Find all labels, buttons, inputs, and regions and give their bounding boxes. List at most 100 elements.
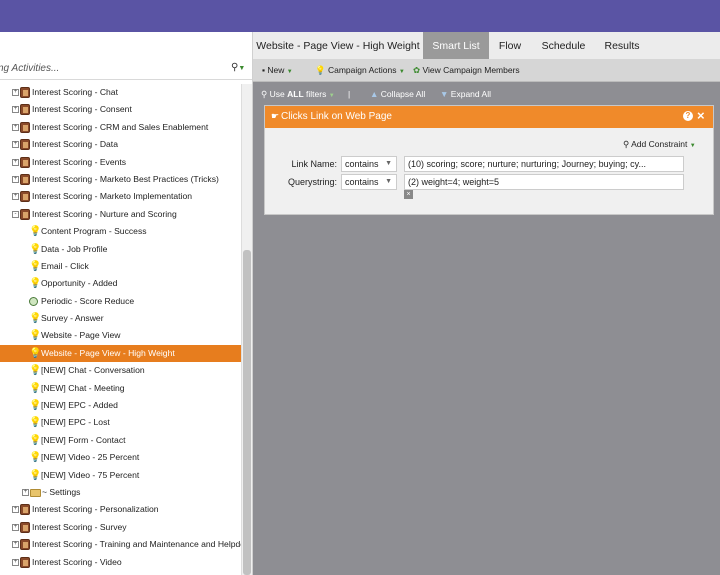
tree-item[interactable]: Periodic - Score Reduce: [0, 293, 241, 310]
expand-icon[interactable]: +: [12, 123, 19, 131]
expand-icon[interactable]: +: [12, 89, 19, 96]
tree-item-label: ~ Settings: [42, 486, 81, 497]
tree-item[interactable]: 💡 [NEW] EPC - Added: [0, 397, 241, 414]
tree-item[interactable]: 💡 [NEW] Chat - Conversation: [0, 362, 241, 379]
campaign-actions-label: Campaign Actions: [327, 65, 397, 75]
tree-item[interactable]: 💡 Content Program - Success: [0, 223, 241, 240]
pointer-icon: ☛: [271, 111, 280, 121]
tree-item-label: Periodic - Score Reduce: [41, 295, 135, 306]
filter-card: ☛ Clicks Link on Web Page ? × ⚲ Add Cons…: [264, 105, 714, 215]
tree-item[interactable]: + Interest Scoring - CRM and Sales Enable…: [0, 119, 241, 136]
tree-item[interactable]: 💡 [NEW] Video - 75 Percent: [0, 467, 241, 484]
program-icon: [20, 156, 30, 168]
tab-schedule[interactable]: Schedule: [531, 32, 596, 59]
tree-item[interactable]: + Interest Scoring - Training and Mainten…: [0, 536, 245, 553]
tree-item-label: Interest Scoring - CRM and Sales Enablem…: [32, 121, 209, 132]
use-all-filters-dropdown[interactable]: ⚲ Use ALL filters ▼: [261, 89, 335, 100]
filters-label: filters: [306, 89, 327, 99]
tree-item[interactable]: + Interest Scoring - Video: [0, 554, 241, 571]
tab-flow[interactable]: Flow: [489, 32, 531, 59]
recurring-campaign-icon: [29, 296, 38, 306]
main-area: Website - Page View - High Weight Smart …: [253, 32, 720, 575]
tab-bar: Website - Page View - High Weight Smart …: [253, 32, 720, 59]
program-icon: [20, 87, 30, 98]
subbar-separator: |: [348, 89, 351, 99]
filter-rule-icon: ⚲: [261, 89, 268, 99]
tree-item[interactable]: 💡 Data - Job Profile: [0, 241, 241, 258]
expand-all-button[interactable]: ▼ Expand All: [440, 89, 491, 99]
tree-item-label: Interest Scoring - Marketo Best Practice…: [32, 173, 219, 184]
tree-item[interactable]: 💡 Opportunity - Added: [0, 275, 241, 292]
tree-item[interactable]: 💡 [NEW] Form - Contact: [0, 432, 241, 449]
tree-item[interactable]: + Interest Scoring - Marketo Best Practic…: [0, 171, 241, 188]
tree-panel: ng Activities... ⚲▼ + Interest Scoring - …: [0, 32, 253, 575]
tree-item[interactable]: 💡 [NEW] EPC - Lost: [0, 414, 241, 431]
program-icon: [20, 104, 30, 116]
tree-item[interactable]: + Interest Scoring - Chat: [0, 84, 241, 101]
tab-results[interactable]: Results: [596, 32, 648, 59]
link-name-operator-select[interactable]: contains ▼: [341, 156, 397, 172]
tab-campaign-name[interactable]: Website - Page View - High Weight: [253, 32, 423, 59]
tree-item-label: Email - Click: [41, 260, 89, 271]
tree-item[interactable]: - Interest Scoring - Nurture and Scoring: [0, 206, 241, 223]
expand-icon[interactable]: +: [12, 158, 19, 166]
tree-item-label: Interest Scoring - Personalization: [32, 504, 159, 515]
filter-subbar: ⚲ Use ALL filters ▼ | ▲ Collapse All ▼ E…: [253, 82, 720, 105]
tree-item[interactable]: 💡 Survey - Answer: [0, 310, 241, 327]
tree-item[interactable]: + Interest Scoring - Events: [0, 154, 241, 171]
tree-item-label: Website - Page View - High Weight: [41, 347, 175, 358]
tree-item[interactable]: + Interest Scoring - Marketo Implementati…: [0, 188, 241, 205]
filter-card-header[interactable]: ☛ Clicks Link on Web Page ? ×: [265, 106, 713, 128]
expand-icon: ▼: [440, 89, 449, 99]
help-icon[interactable]: ?: [683, 111, 693, 121]
expand-icon[interactable]: +: [12, 106, 19, 114]
tree-item[interactable]: 💡 Website - Page View: [0, 327, 241, 344]
tree-item-label: Interest Scoring - Survey: [32, 521, 127, 532]
link-name-operator-value: contains: [345, 159, 379, 169]
folder-icon: [30, 488, 41, 497]
querystring-value-field[interactable]: (2) weight=4; weight=5: [404, 174, 684, 190]
querystring-operator-select[interactable]: contains ▼: [341, 174, 397, 190]
use-label: Use: [269, 89, 285, 99]
tab-smart-list[interactable]: Smart List: [423, 32, 489, 59]
tree-item[interactable]: + Interest Scoring - Survey: [0, 519, 241, 536]
expand-icon[interactable]: +: [12, 141, 19, 149]
tree-item-selected[interactable]: 💡 Website - Page View - High Weight: [0, 344, 241, 363]
tree-item[interactable]: 💡 Email - Click: [0, 258, 241, 275]
add-constraint-button[interactable]: ⚲ Add Constraint ▼: [623, 139, 696, 150]
close-icon[interactable]: ×: [697, 108, 705, 123]
link-name-value-field[interactable]: (10) scoring; score; nurture; nurturing;…: [404, 156, 684, 172]
tree-item-label: [NEW] Chat - Meeting: [41, 382, 125, 393]
collapse-icon[interactable]: -: [12, 210, 19, 218]
program-icon: [20, 121, 30, 133]
campaign-bulb-icon: 💡: [29, 469, 42, 481]
campaign-bulb-icon: 💡: [29, 400, 42, 412]
tree-search-input[interactable]: ng Activities...: [0, 63, 59, 74]
tree-item-label: Interest Scoring - Video: [32, 556, 122, 567]
tree-item[interactable]: + Interest Scoring - Data: [0, 136, 241, 153]
expand-icon[interactable]: +: [12, 558, 19, 566]
remove-row-icon[interactable]: ×: [404, 190, 413, 199]
campaign-bulb-icon: 💡: [29, 260, 42, 272]
campaign-bulb-icon: 💡: [29, 347, 42, 359]
expand-icon[interactable]: +: [12, 193, 19, 201]
expand-icon[interactable]: +: [12, 506, 19, 514]
campaign-actions-button[interactable]: 💡 Campaign Actions ▼: [315, 65, 405, 76]
add-constraint-label: Add Constraint: [631, 139, 688, 149]
tree-scrollbar-thumb[interactable]: [243, 250, 251, 575]
collapse-all-button[interactable]: ▲ Collapse All: [370, 89, 425, 99]
tree-item[interactable]: + ~ Settings: [0, 484, 241, 501]
expand-icon[interactable]: +: [12, 541, 19, 549]
tree-item[interactable]: + Interest Scoring - Consent: [0, 101, 241, 118]
filter-icon[interactable]: ⚲▼: [231, 62, 245, 73]
new-button[interactable]: ▪ New ▼: [262, 65, 293, 75]
view-campaign-members-button[interactable]: ✿ View Campaign Members: [413, 65, 520, 76]
expand-icon[interactable]: +: [22, 488, 29, 496]
expand-icon[interactable]: +: [12, 175, 19, 183]
tree-item[interactable]: 💡 [NEW] Chat - Meeting: [0, 380, 241, 397]
expand-icon[interactable]: +: [12, 523, 19, 531]
campaign-bulb-icon: 💡: [29, 365, 42, 377]
tree-item[interactable]: + Interest Scoring - Personalization: [0, 501, 241, 518]
tree-item[interactable]: 💡 [NEW] Video - 25 Percent: [0, 449, 241, 466]
new-icon: ▪: [262, 65, 266, 75]
